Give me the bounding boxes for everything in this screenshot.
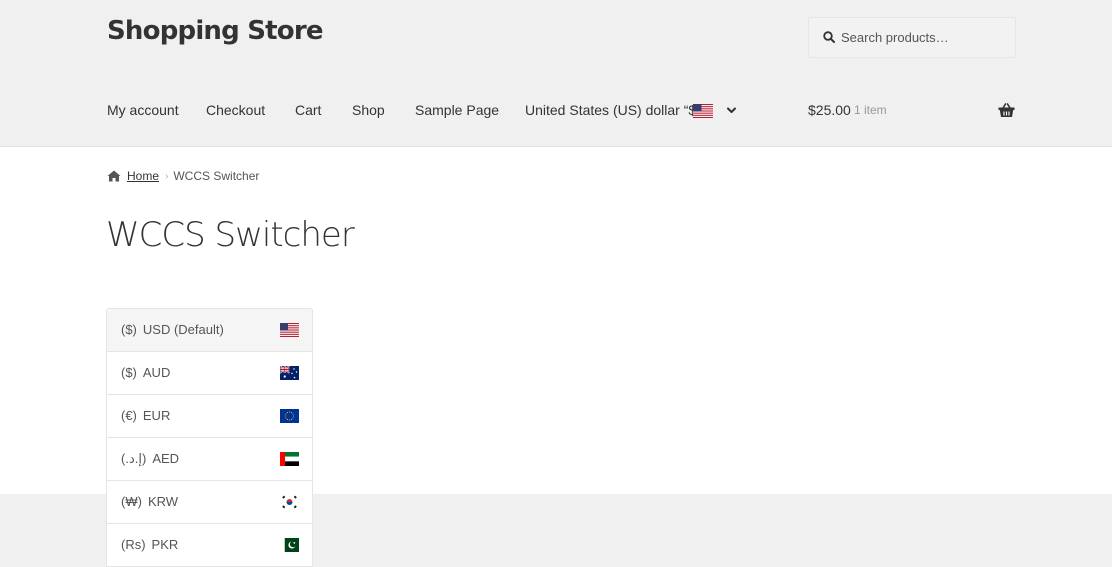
page-title: WCCS Switcher [106, 215, 355, 255]
breadcrumb-separator-icon: › [165, 170, 169, 182]
home-icon [107, 170, 121, 182]
search-icon [823, 31, 835, 43]
chevron-down-icon[interactable] [726, 105, 737, 116]
currency-option-aud[interactable]: ($) AUD [107, 352, 312, 395]
nav-sample-page[interactable]: Sample Page [415, 102, 499, 118]
nav-cart[interactable]: Cart [295, 102, 321, 118]
currency-option-label: (Rs) PKR [121, 537, 179, 552]
nav-shop[interactable]: Shop [352, 102, 385, 118]
cart-total[interactable]: $25.00 [808, 102, 851, 118]
currency-option-usd[interactable]: ($) USD (Default) [107, 309, 312, 352]
breadcrumb-current: WCCS Switcher [173, 169, 260, 183]
currency-option-aed[interactable]: (.إ.د) AED [107, 438, 312, 481]
nav-currency-selector[interactable]: United States (US) dollar “$” [525, 102, 701, 118]
us-flag-icon [693, 104, 713, 118]
kr-flag-icon [280, 495, 299, 509]
au-flag-icon [280, 366, 299, 380]
currency-switcher-list: ($) USD (Default) ($) AUD (€) EUR (.إ.د)… [106, 308, 313, 567]
currency-option-label: (€) EUR [121, 408, 171, 423]
breadcrumb: Home › WCCS Switcher [107, 169, 259, 183]
cart-count[interactable]: 1 item [854, 103, 887, 117]
ae-flag-icon [280, 452, 299, 466]
currency-option-label: (₩) KRW [121, 494, 179, 509]
eu-flag-icon [280, 409, 299, 423]
site-title[interactable]: Shopping Store [107, 16, 323, 46]
pk-flag-icon [280, 538, 299, 552]
search-box[interactable] [808, 17, 1016, 58]
currency-option-pkr[interactable]: (Rs) PKR [107, 524, 312, 567]
currency-option-label: ($) AUD [121, 365, 171, 380]
currency-option-label: ($) USD (Default) [121, 322, 224, 337]
currency-option-eur[interactable]: (€) EUR [107, 395, 312, 438]
basket-icon[interactable] [998, 103, 1015, 118]
search-input[interactable] [841, 18, 1011, 57]
currency-option-krw[interactable]: (₩) KRW [107, 481, 312, 524]
breadcrumb-home-link[interactable]: Home [127, 169, 159, 183]
nav-checkout[interactable]: Checkout [206, 102, 265, 118]
currency-option-label: (.إ.د) AED [121, 451, 180, 466]
us-flag-icon [280, 323, 299, 337]
nav-my-account[interactable]: My account [107, 102, 179, 118]
site-header: Shopping Store My account Checkout Cart … [0, 0, 1112, 147]
